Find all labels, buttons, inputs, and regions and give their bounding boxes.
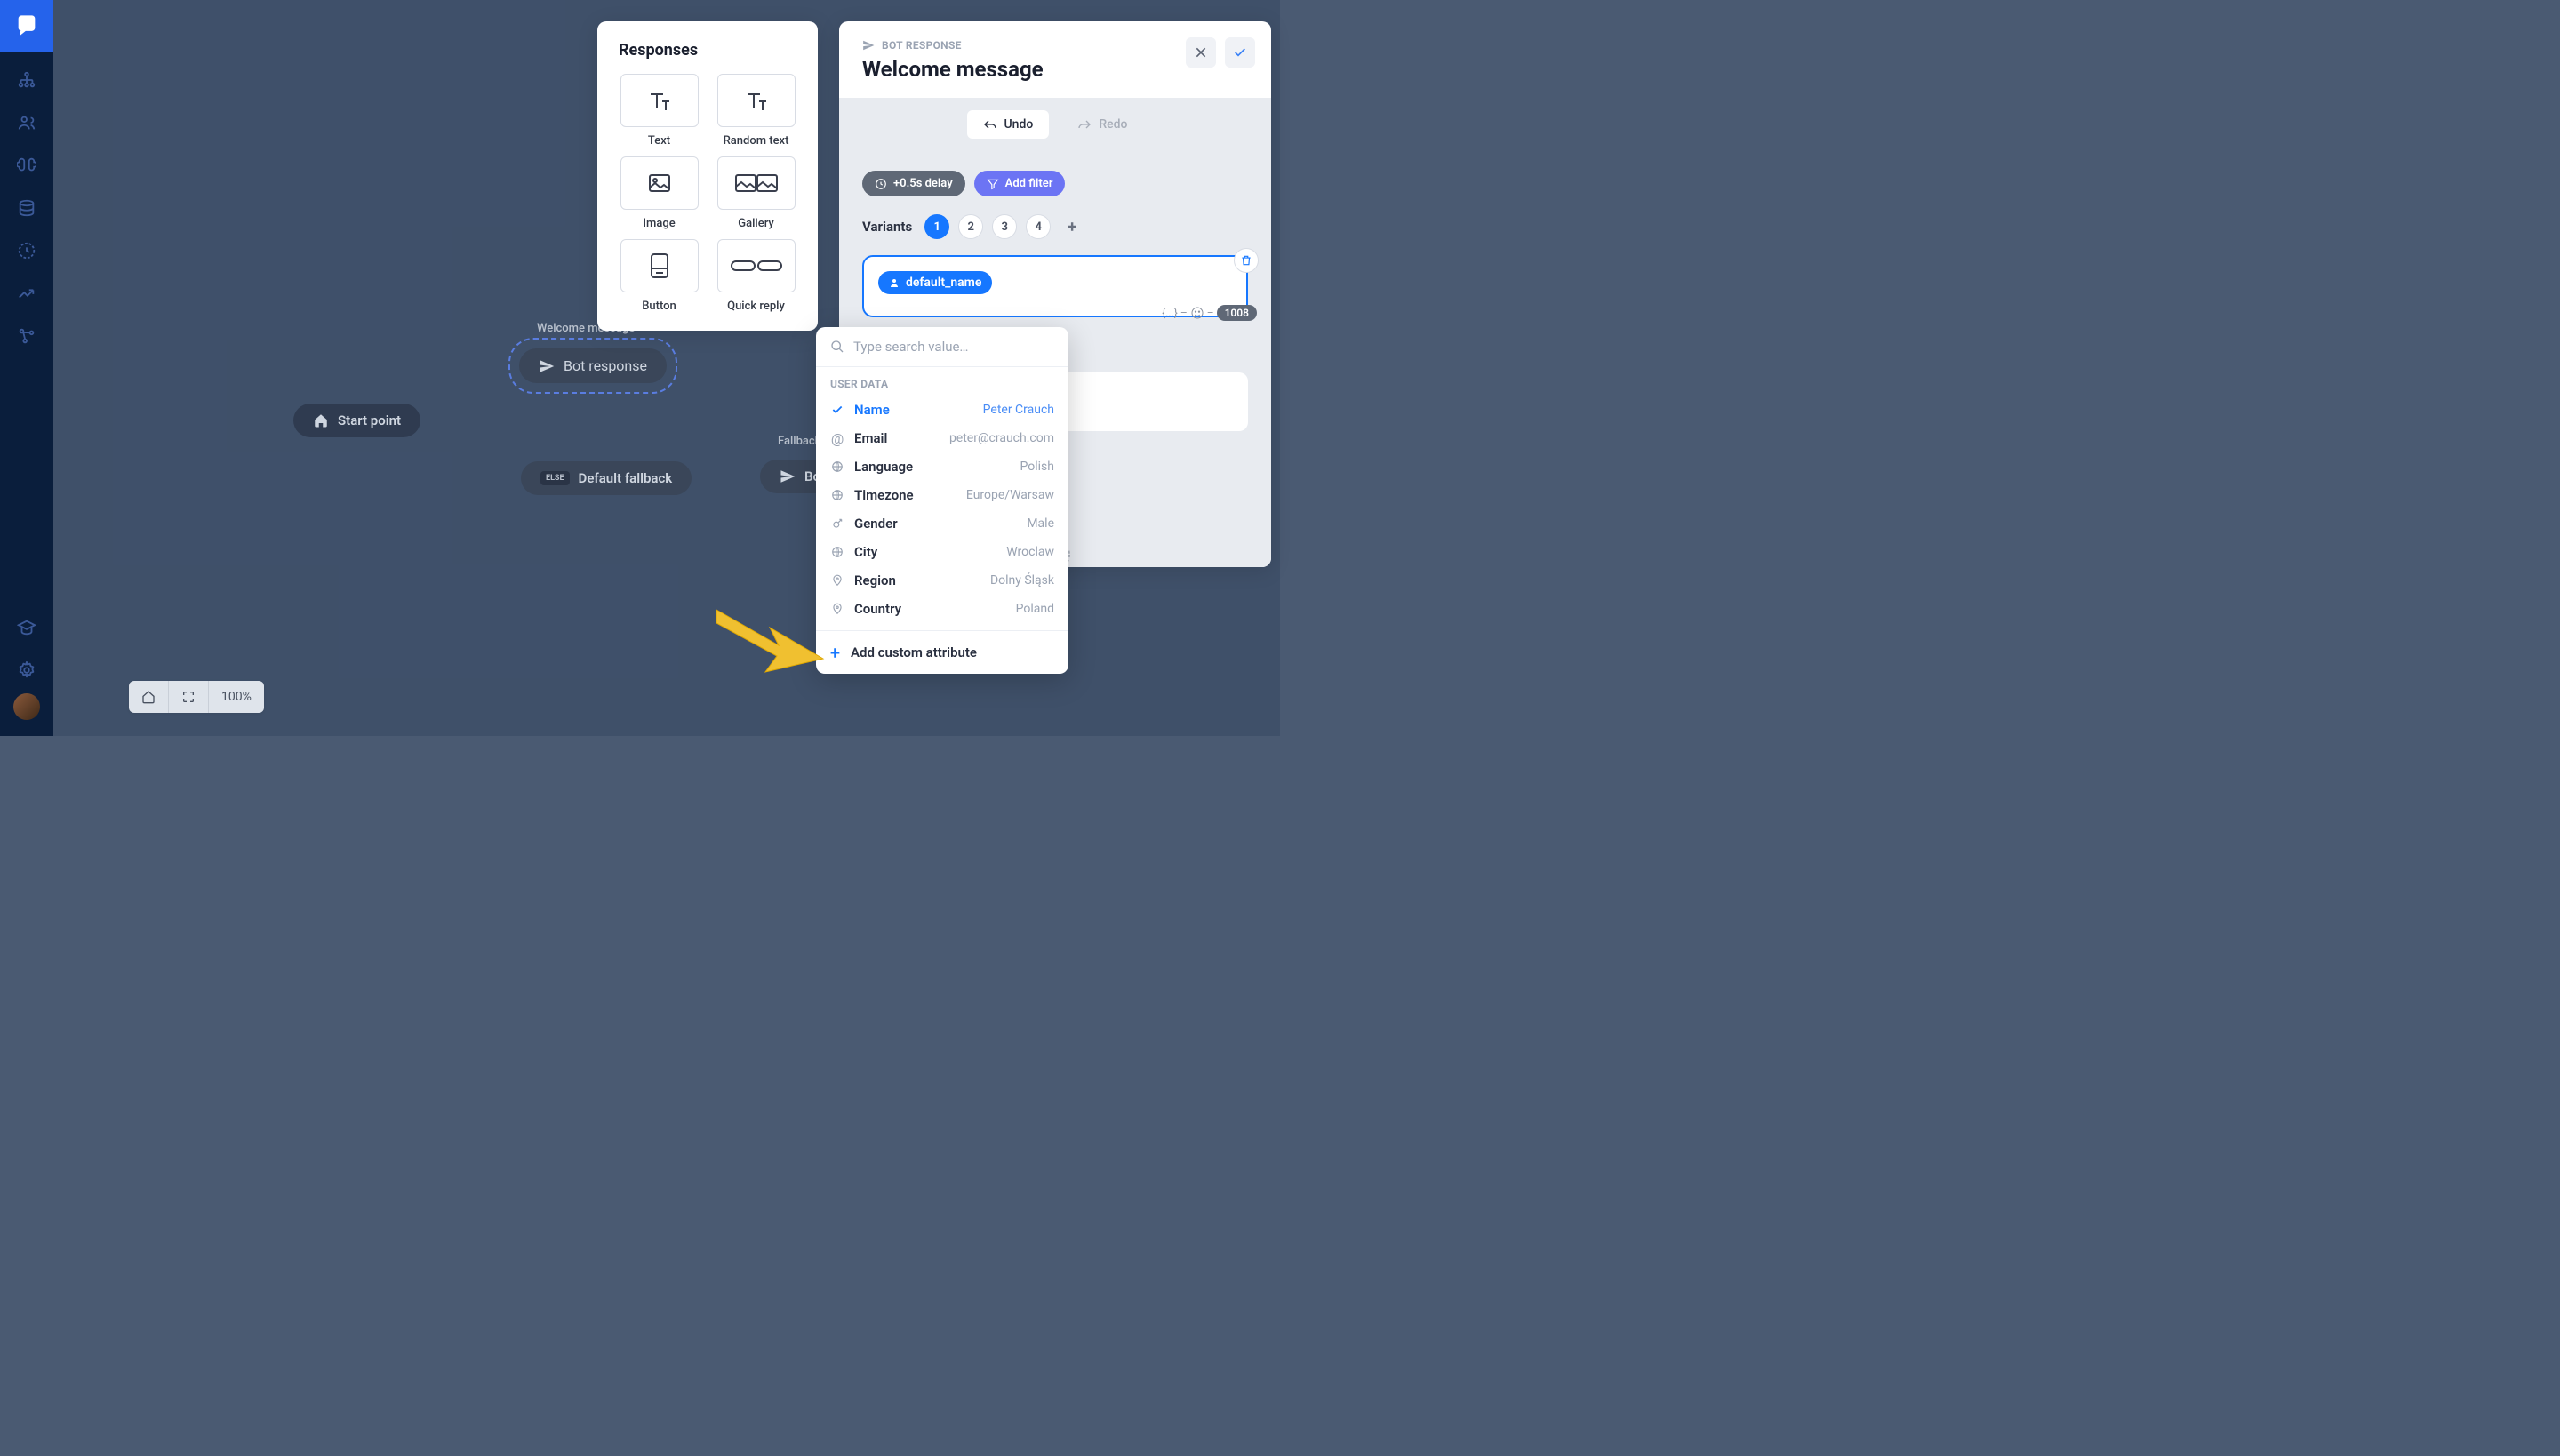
resp-image[interactable]: Image <box>619 156 700 230</box>
brain-icon[interactable] <box>0 146 53 185</box>
globe-icon <box>830 460 844 474</box>
attribute-dropdown: USER DATA Name Peter Crauch @ Email pete… <box>816 327 1068 674</box>
users-icon[interactable] <box>0 103 53 142</box>
zoom-toolbar: 100% <box>129 681 264 713</box>
responses-title: Responses <box>619 41 796 60</box>
variant-1[interactable]: 1 <box>924 214 949 239</box>
variant-2[interactable]: 2 <box>958 214 983 239</box>
variant-4[interactable]: 4 <box>1026 214 1051 239</box>
globe-icon <box>830 488 844 502</box>
dropdown-section: USER DATA <box>816 367 1068 396</box>
resp-random-text[interactable]: Random text <box>716 74 796 148</box>
node-start[interactable]: Start point <box>293 404 420 437</box>
at-icon: @ <box>830 431 844 445</box>
send-icon <box>862 39 875 52</box>
grad-icon[interactable] <box>0 608 53 647</box>
search-input[interactable] <box>853 339 1054 355</box>
variants-row: Variants 1 2 3 4 + <box>862 214 1248 239</box>
undo-button[interactable]: Undo <box>967 110 1050 139</box>
home-icon <box>313 412 329 428</box>
confirm-button[interactable] <box>1225 37 1255 68</box>
dropdown-search[interactable] <box>816 327 1068 367</box>
resp-gallery[interactable]: Gallery <box>716 156 796 230</box>
responses-grid: Text Random text Image Gallery Button Qu… <box>619 74 796 313</box>
clock-icon[interactable] <box>0 231 53 270</box>
resp-quick-reply[interactable]: Quick reply <box>716 239 796 313</box>
dd-item-gender[interactable]: Gender Male <box>830 509 1054 538</box>
node-fallback-label: Default fallback <box>579 470 673 486</box>
node-fallback[interactable]: ELSE Default fallback <box>521 461 692 495</box>
expand-button[interactable] <box>169 681 209 713</box>
globe-icon <box>830 545 844 559</box>
dd-item-country[interactable]: Country Poland <box>830 595 1054 623</box>
org-icon[interactable] <box>0 60 53 100</box>
clock-icon <box>875 178 887 190</box>
attribute-token[interactable]: default_name <box>878 271 992 294</box>
node-welcome-wrap[interactable]: Bot response <box>508 338 677 394</box>
pin-icon <box>830 573 844 588</box>
variant-add[interactable]: + <box>1060 214 1084 239</box>
dd-item-language[interactable]: Language Polish <box>830 452 1054 481</box>
avatar[interactable] <box>13 693 40 720</box>
responses-panel: Responses Text Random text Image Gallery… <box>597 21 818 331</box>
search-icon <box>830 340 844 354</box>
node-welcome-label: Bot response <box>564 357 647 374</box>
zoom-value[interactable]: 100% <box>209 681 264 713</box>
delete-button[interactable] <box>1234 248 1259 273</box>
trend-icon[interactable] <box>0 274 53 313</box>
gear-icon[interactable] <box>0 651 53 690</box>
db-icon[interactable] <box>0 188 53 228</box>
dd-item-city[interactable]: City Wroclaw <box>830 538 1054 566</box>
delay-pill[interactable]: +0.5s delay <box>862 171 965 196</box>
variants-label: Variants <box>862 219 912 235</box>
dd-item-email[interactable]: @ Email peter@crauch.com <box>830 424 1054 452</box>
inspector-header: BOT RESPONSE Welcome message <box>839 21 1271 98</box>
send-icon <box>539 358 555 374</box>
filter-icon <box>987 178 999 190</box>
emoji-icon[interactable] <box>1190 306 1204 320</box>
dd-item-region[interactable]: Region Dolny Śląsk <box>830 566 1054 595</box>
dd-item-name[interactable]: Name Peter Crauch <box>830 396 1054 424</box>
close-button[interactable] <box>1186 37 1216 68</box>
home-button[interactable] <box>129 681 169 713</box>
gender-icon <box>830 516 844 531</box>
node-start-label: Start point <box>338 412 401 428</box>
canvas-connectors <box>53 0 320 133</box>
response-text-input[interactable]: default_name {...} – – 1008 <box>862 255 1248 317</box>
sidebar <box>0 0 53 736</box>
braces-button[interactable]: {...} <box>1162 307 1178 319</box>
sidebar-bottom-icons <box>0 608 53 736</box>
arrow-annotation <box>708 601 832 681</box>
check-icon <box>830 403 844 417</box>
resp-text[interactable]: Text <box>619 74 700 148</box>
else-badge: ELSE <box>540 471 570 485</box>
user-icon <box>889 277 900 288</box>
filter-pill[interactable]: Add filter <box>974 171 1066 196</box>
sidebar-top-icons <box>0 52 53 608</box>
redo-button: Redo <box>1061 110 1143 139</box>
variant-3[interactable]: 3 <box>992 214 1017 239</box>
add-custom-attribute[interactable]: + Add custom attribute <box>816 630 1068 674</box>
undo-redo-bar: Undo Redo <box>839 98 1271 151</box>
dropdown-list: Name Peter Crauch @ Email peter@crauch.c… <box>816 396 1068 630</box>
nodes-icon[interactable] <box>0 316 53 356</box>
logo[interactable] <box>0 0 53 52</box>
char-count: 1008 <box>1217 305 1257 321</box>
node-welcome[interactable]: Bot response <box>519 348 667 383</box>
dd-item-timezone[interactable]: Timezone Europe/Warsaw <box>830 481 1054 509</box>
pin-icon <box>830 602 844 616</box>
resp-button[interactable]: Button <box>619 239 700 313</box>
send-icon <box>780 468 796 484</box>
